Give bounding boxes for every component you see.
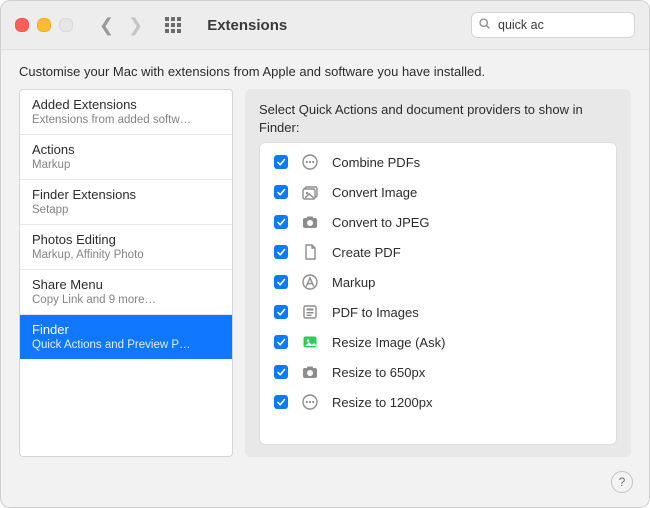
close-window-button[interactable] [15,18,29,32]
help-button[interactable]: ? [611,471,633,493]
sidebar-item-finder-extensions[interactable]: Finder Extensions Setapp [20,180,232,225]
action-checkbox[interactable] [274,335,288,349]
image-icon [300,332,320,352]
action-label: Convert Image [332,185,417,200]
quick-action-row: PDF to Images [260,297,616,327]
sidebar-item-finder[interactable]: Finder Quick Actions and Preview P… [20,315,232,359]
toolbar: ❮ ❯ Extensions ✕ [1,1,649,50]
minimize-window-button[interactable] [37,18,51,32]
quick-action-row: Create PDF [260,237,616,267]
show-all-icon[interactable] [163,15,183,35]
gallery-icon [300,182,320,202]
pdf-icon [300,302,320,322]
zoom-window-button [59,18,73,32]
quick-action-row: Markup [260,267,616,297]
sidebar-item-subtitle: Setapp [32,204,220,216]
doc-icon [300,242,320,262]
quick-action-row: Convert to JPEG [260,207,616,237]
action-label: Create PDF [332,245,401,260]
nav-buttons: ❮ ❯ [99,16,143,34]
sidebar-item-subtitle: Markup [32,159,220,171]
quick-action-row: Resize Image (Ask) [260,327,616,357]
sidebar-item-title: Added Extensions [32,97,220,112]
action-label: Resize Image (Ask) [332,335,445,350]
sidebar-item-subtitle: Extensions from added softw… [32,114,220,126]
back-button[interactable]: ❮ [99,16,114,34]
page-subtitle: Customise your Mac with extensions from … [1,50,649,89]
camera-icon [300,212,320,232]
search-icon [478,17,491,33]
action-checkbox[interactable] [274,245,288,259]
action-checkbox[interactable] [274,305,288,319]
action-label: Resize to 1200px [332,395,432,410]
action-label: Resize to 650px [332,365,425,380]
action-checkbox[interactable] [274,365,288,379]
sidebar-item-actions[interactable]: Actions Markup [20,135,232,180]
quick-actions-list: Combine PDFs Convert Image Convert to JPEG… [259,142,617,445]
sidebar-item-title: Finder [32,322,220,337]
sidebar-item-subtitle: Copy Link and 9 more… [32,294,220,306]
quick-action-row: Resize to 650px [260,357,616,387]
action-checkbox[interactable] [274,215,288,229]
sidebar-item-share-menu[interactable]: Share Menu Copy Link and 9 more… [20,270,232,315]
content-pane: Select Quick Actions and document provid… [245,89,631,457]
search-field[interactable]: ✕ [471,12,635,38]
dots-icon [300,152,320,172]
markup-icon [300,272,320,292]
sidebar-item-subtitle: Markup, Affinity Photo [32,249,220,261]
window-controls [15,18,73,32]
action-checkbox[interactable] [274,155,288,169]
sidebar-item-photos-editing[interactable]: Photos Editing Markup, Affinity Photo [20,225,232,270]
sidebar-item-added-extensions[interactable]: Added Extensions Extensions from added so… [20,90,232,135]
window-title: Extensions [207,17,287,34]
camera-icon [300,362,320,382]
dots-icon [300,392,320,412]
sidebar-item-title: Share Menu [32,277,220,292]
quick-action-row: Resize to 1200px [260,387,616,417]
sidebar-item-title: Actions [32,142,220,157]
preferences-window: ❮ ❯ Extensions ✕ Customise your Mac with… [0,0,650,508]
action-label: Markup [332,275,375,290]
action-checkbox[interactable] [274,275,288,289]
forward-button[interactable]: ❯ [128,16,143,34]
action-label: PDF to Images [332,305,419,320]
action-checkbox[interactable] [274,185,288,199]
quick-action-row: Convert Image [260,177,616,207]
action-checkbox[interactable] [274,395,288,409]
quick-action-row: Combine PDFs [260,147,616,177]
sidebar-item-subtitle: Quick Actions and Preview P… [32,339,220,351]
action-label: Combine PDFs [332,155,420,170]
action-label: Convert to JPEG [332,215,430,230]
content-header: Select Quick Actions and document provid… [259,101,617,136]
search-input[interactable] [496,17,650,33]
sidebar-item-title: Photos Editing [32,232,220,247]
sidebar: Added Extensions Extensions from added so… [19,89,233,457]
sidebar-item-title: Finder Extensions [32,187,220,202]
